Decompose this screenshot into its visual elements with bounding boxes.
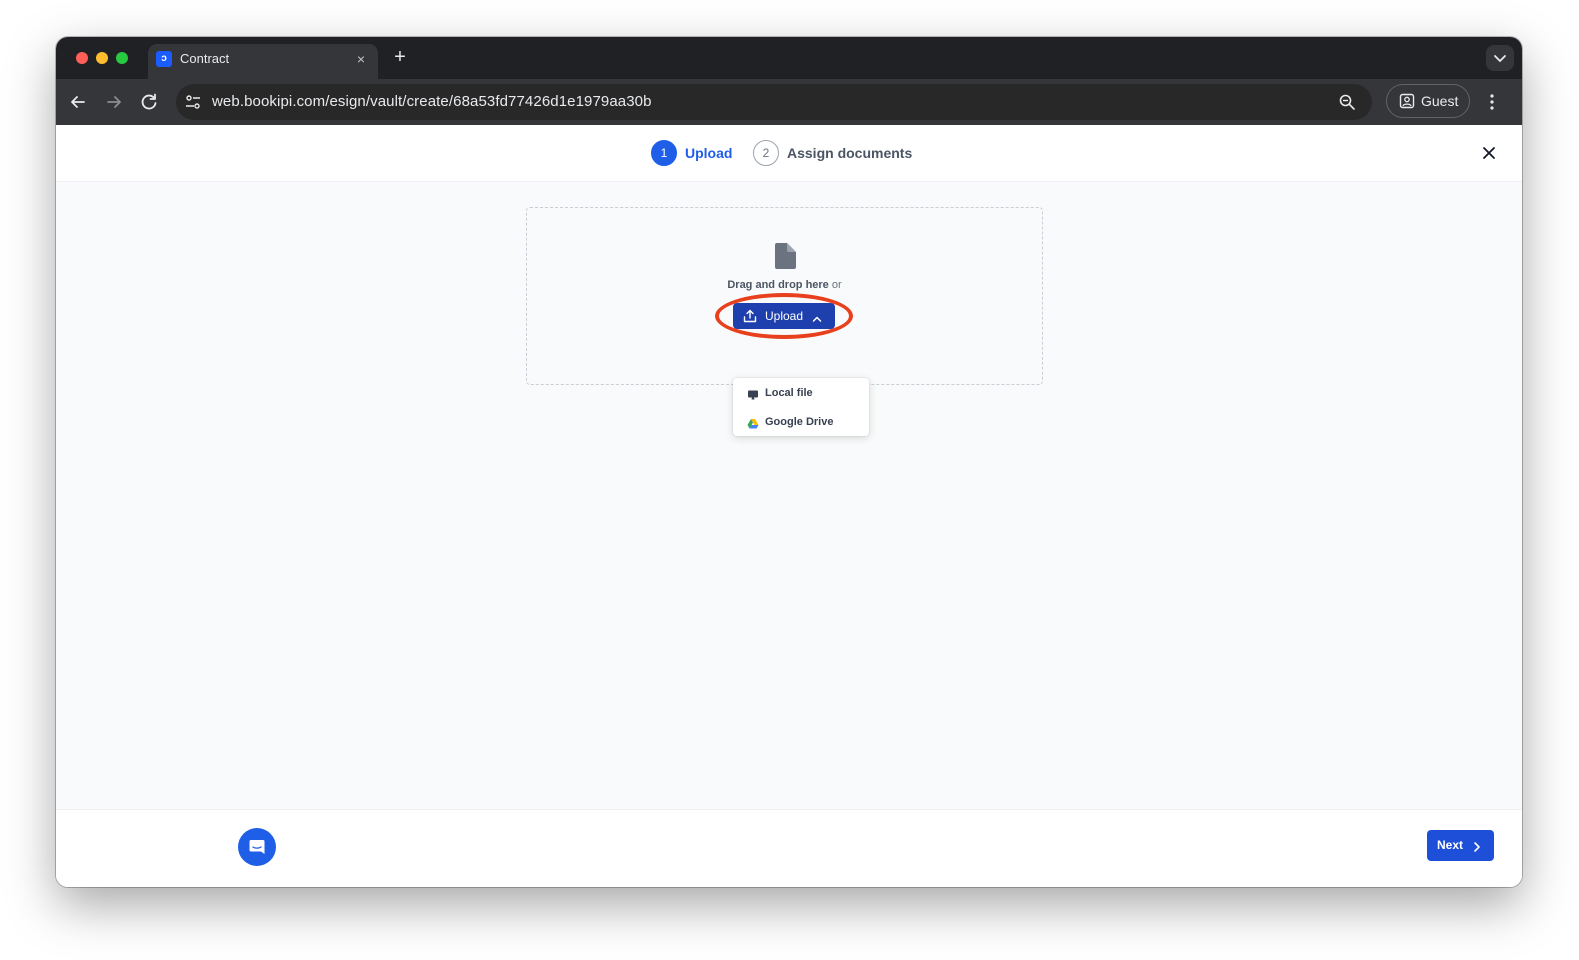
url-text: web.bookipi.com/esign/vault/create/68a53…	[212, 93, 652, 110]
bookipi-favicon-icon: ɔ	[156, 51, 172, 67]
file-dropzone[interactable]: Drag and drop here or Upload	[526, 207, 1043, 385]
browser-toolbar: web.bookipi.com/esign/vault/create/68a53…	[56, 79, 1522, 125]
back-button[interactable]	[66, 90, 90, 114]
page-content: 1 Upload 2 Assign documents Drag and dro…	[56, 125, 1522, 887]
computer-icon	[747, 388, 759, 400]
stepper-header: 1 Upload 2 Assign documents	[56, 125, 1522, 182]
page-footer: Next	[56, 809, 1522, 887]
minimize-window-button[interactable]	[96, 52, 108, 64]
dropzone-prompt-bold: Drag and drop here	[727, 279, 829, 291]
guest-profile-icon	[1399, 93, 1415, 109]
tab-search-button[interactable]	[1486, 45, 1514, 71]
browser-window: ɔ Contract × + web.bookipi.com/esign/vau…	[56, 37, 1522, 887]
close-icon[interactable]	[1480, 144, 1498, 162]
next-button[interactable]: Next	[1427, 830, 1494, 861]
browser-menu-button[interactable]	[1480, 90, 1504, 114]
reload-icon	[141, 93, 157, 110]
chevron-down-icon	[1494, 55, 1506, 63]
more-vertical-icon	[1490, 94, 1494, 110]
browser-tab-contract[interactable]: ɔ Contract ×	[148, 44, 378, 79]
menu-item-label: Local file	[765, 387, 813, 399]
file-icon	[774, 243, 796, 269]
forward-button[interactable]	[102, 90, 126, 114]
arrow-left-icon	[71, 96, 85, 108]
profile-button[interactable]: Guest	[1386, 84, 1470, 118]
menu-item-google-drive[interactable]: Google Drive	[733, 408, 869, 436]
chat-icon	[249, 840, 265, 854]
step-label: Upload	[685, 145, 733, 161]
tab-title: Contract	[180, 51, 230, 66]
step-number: 1	[651, 140, 677, 166]
tab-close-icon[interactable]: ×	[352, 50, 370, 68]
upload-source-menu: Local file Google Drive	[733, 378, 869, 436]
arrow-right-icon	[107, 96, 121, 108]
menu-item-label: Google Drive	[765, 416, 834, 428]
highlight-annotation	[715, 293, 853, 339]
chevron-right-icon	[1471, 840, 1483, 852]
chat-support-button[interactable]	[238, 828, 276, 866]
google-drive-icon	[747, 417, 759, 429]
address-bar[interactable]: web.bookipi.com/esign/vault/create/68a53…	[176, 84, 1372, 120]
new-tab-button[interactable]: +	[388, 46, 412, 70]
menu-item-local-file[interactable]: Local file	[733, 379, 869, 407]
close-window-button[interactable]	[76, 52, 88, 64]
dropzone-prompt: Drag and drop here or	[527, 278, 1042, 292]
reload-button[interactable]	[137, 90, 161, 114]
tab-strip: ɔ Contract × +	[56, 37, 1522, 79]
maximize-window-button[interactable]	[116, 52, 128, 64]
profile-label: Guest	[1421, 93, 1459, 109]
dropzone-prompt-suffix: or	[828, 279, 842, 291]
step-label: Assign documents	[787, 145, 913, 161]
site-settings-icon[interactable]	[184, 93, 202, 111]
next-button-label: Next	[1437, 838, 1464, 852]
zoom-icon[interactable]	[1338, 93, 1356, 111]
step-number: 2	[753, 140, 779, 166]
